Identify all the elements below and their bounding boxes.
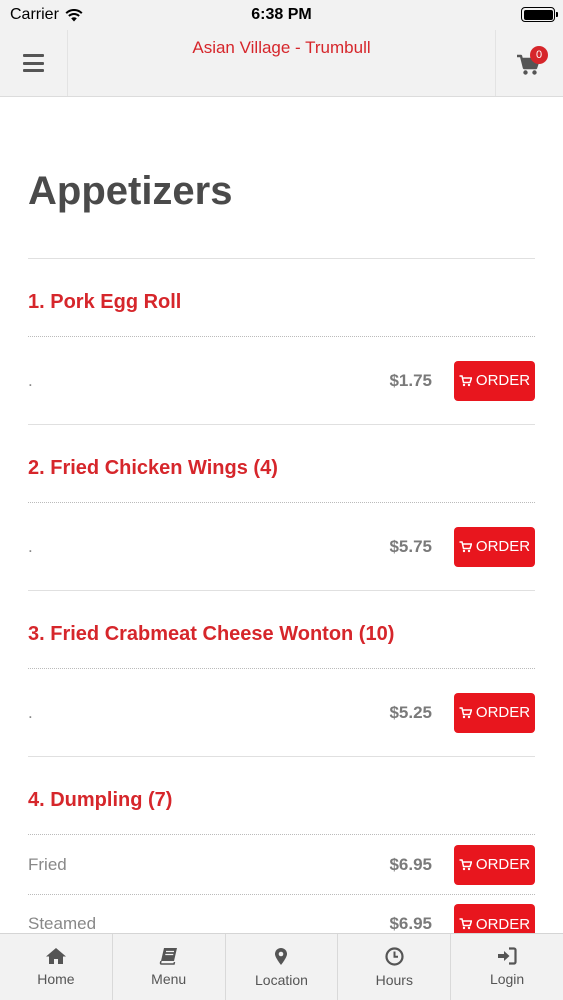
menu-item: 1. Pork Egg Roll . $1.75 ORDER bbox=[28, 259, 535, 425]
section-title: Appetizers bbox=[28, 169, 233, 213]
battery-icon bbox=[521, 7, 558, 22]
tab-menu[interactable]: Menu bbox=[113, 934, 226, 1000]
item-description: . bbox=[28, 536, 33, 556]
item-price-row: . $1.75 ORDER bbox=[28, 337, 535, 424]
menu-item: 4. Dumpling (7) Fried $6.95 ORDER Steame… bbox=[28, 757, 535, 953]
cart-icon bbox=[459, 918, 472, 930]
item-price-row: . $5.75 ORDER bbox=[28, 503, 535, 590]
tab-label: Location bbox=[255, 971, 308, 988]
tab-label: Menu bbox=[151, 971, 187, 987]
cart-icon bbox=[459, 374, 472, 386]
tab-hours[interactable]: Hours bbox=[338, 934, 452, 1000]
order-button[interactable]: ORDER bbox=[454, 526, 535, 567]
order-button-label: ORDER bbox=[475, 704, 531, 721]
cart-button[interactable]: 0 bbox=[495, 30, 563, 96]
item-price-row: . $5.25 ORDER bbox=[28, 669, 535, 756]
app-header: Asian Village - Trumbull 0 bbox=[0, 30, 563, 97]
item-price: $5.75 bbox=[389, 536, 432, 556]
item-name: 4. Dumpling (7) bbox=[28, 757, 535, 835]
status-time: 6:38 PM bbox=[251, 6, 312, 23]
tab-location[interactable]: Location bbox=[226, 934, 339, 1000]
order-button[interactable]: ORDER bbox=[454, 692, 535, 733]
item-description: Steamed bbox=[28, 914, 97, 933]
order-button-label: ORDER bbox=[475, 538, 531, 555]
order-button-label: ORDER bbox=[475, 915, 531, 933]
tab-label: Home bbox=[37, 971, 75, 987]
clock-icon bbox=[385, 946, 404, 966]
item-price: $1.75 bbox=[389, 370, 432, 390]
cart-icon bbox=[459, 540, 472, 552]
menu-item: 3. Fried Crabmeat Cheese Wonton (10) . $… bbox=[28, 591, 535, 757]
item-price-row: Fried $6.95 ORDER bbox=[28, 835, 535, 894]
restaurant-title: Asian Village - Trumbull bbox=[192, 38, 371, 57]
item-price: $6.95 bbox=[389, 914, 432, 933]
cart-icon bbox=[459, 706, 472, 718]
item-name: 1. Pork Egg Roll bbox=[28, 259, 535, 337]
order-button-label: ORDER bbox=[475, 856, 531, 873]
cart-count-badge: 0 bbox=[530, 46, 548, 64]
menu-toggle-button[interactable] bbox=[0, 30, 68, 96]
item-price: $6.95 bbox=[389, 854, 432, 874]
login-icon bbox=[498, 947, 517, 965]
tab-login[interactable]: Login bbox=[451, 934, 563, 1000]
menu-content: Appetizers 1. Pork Egg Roll . $1.75 ORDE… bbox=[28, 97, 535, 953]
item-name: 2. Fried Chicken Wings (4) bbox=[28, 425, 535, 503]
item-price: $5.25 bbox=[389, 702, 432, 722]
cart-icon bbox=[459, 858, 472, 870]
order-button-label: ORDER bbox=[475, 372, 531, 389]
tab-home[interactable]: Home bbox=[0, 934, 113, 1000]
item-description: Fried bbox=[28, 854, 67, 874]
tab-label: Hours bbox=[375, 971, 413, 988]
bottom-tab-bar: Home Menu Location Hours Login bbox=[0, 933, 563, 1000]
tab-label: Login bbox=[489, 971, 525, 987]
book-icon bbox=[159, 948, 177, 965]
menu-item: 2. Fried Chicken Wings (4) . $5.75 ORDER bbox=[28, 425, 535, 591]
home-icon bbox=[45, 948, 66, 964]
item-description: . bbox=[28, 370, 33, 390]
hamburger-icon bbox=[23, 54, 44, 72]
map-pin-icon bbox=[275, 947, 288, 965]
order-button[interactable]: ORDER bbox=[454, 844, 535, 885]
item-description: . bbox=[28, 702, 33, 722]
order-button[interactable]: ORDER bbox=[454, 360, 535, 401]
status-bar: Carrier 6:38 PM bbox=[0, 0, 563, 30]
item-name: 3. Fried Crabmeat Cheese Wonton (10) bbox=[28, 591, 535, 669]
